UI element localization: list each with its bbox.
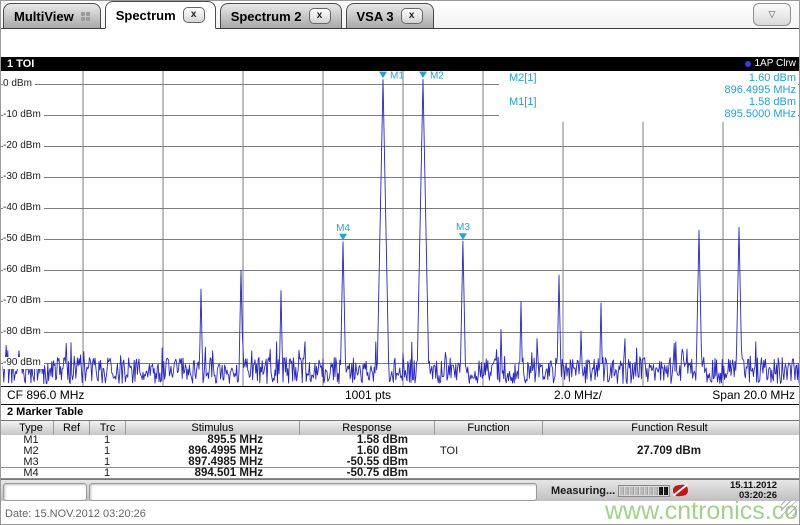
message-field[interactable]	[89, 483, 537, 501]
marker-m2-icon[interactable]	[418, 71, 427, 79]
resize-grip[interactable]	[781, 500, 797, 516]
progress-segment	[644, 487, 649, 495]
tab-label: Spectrum 2	[230, 8, 302, 24]
column-header: Ref	[53, 421, 89, 435]
spectrum-trace	[2, 79, 799, 385]
column-header: Type	[19, 422, 43, 434]
marker-readout-label: M1[1]	[509, 96, 537, 108]
y-axis-tick: -70 dBm	[3, 295, 44, 308]
trace-legend: 1AP Clrw	[744, 57, 797, 71]
y-axis-tick: 0 dBm	[3, 78, 35, 91]
progress-segment	[664, 487, 669, 495]
tab-close-button[interactable]: x	[182, 7, 205, 23]
progress-segment	[649, 487, 654, 495]
y-axis-tick: -50 dBm	[3, 233, 44, 246]
cell-ref	[53, 446, 89, 457]
cell-type: M4	[23, 467, 39, 479]
progress-segment	[639, 487, 644, 495]
marker-label: M4	[336, 223, 350, 234]
tab-close-button[interactable]: x	[400, 8, 423, 24]
y-axis-tick: -90 dBm	[3, 357, 44, 370]
progress-segment	[654, 487, 659, 495]
column-header: Stimulus	[125, 421, 299, 435]
tab-label: VSA 3	[356, 8, 394, 24]
cell-ref	[53, 468, 89, 479]
marker-label: M2	[430, 71, 444, 82]
multiview-grid-icon	[80, 11, 90, 21]
cell-function_result: 27.709 dBm	[637, 445, 701, 457]
mhz-per-div: 2.0 MHz/	[554, 388, 603, 402]
progress-segment	[624, 487, 629, 495]
watermark-text: www.cntronics.com	[605, 497, 800, 525]
tab-label: MultiView	[14, 8, 74, 24]
marker-table-titlebar[interactable]: 2 Marker Table	[1, 405, 799, 420]
cell-function_result	[542, 468, 796, 479]
footer-date-text: Date: 15.NOV.2012 03:20:26	[5, 508, 146, 520]
marker-table-row-m4[interactable]: M4 1 894.501 MHz -50.75 dBm	[1, 467, 799, 479]
center-frequency[interactable]: CF 896.0 MHz	[7, 387, 84, 404]
progress-segment	[629, 487, 634, 495]
marker-m1-icon[interactable]	[379, 71, 387, 79]
y-axis-tick: -60 dBm	[3, 264, 44, 277]
marker-readout-freq: 895.5000 MHz	[724, 108, 796, 120]
span-value[interactable]: Span 20.0 MHz	[712, 387, 795, 404]
marker-label: M1	[390, 71, 404, 82]
marker-readout-level: 1.60 dBm	[748, 72, 796, 84]
marker-readout-level: 1.58 dBm	[748, 96, 796, 108]
window-title: 1 TOI	[7, 58, 35, 70]
progress-segment	[659, 487, 664, 495]
column-header: Function	[434, 421, 542, 435]
progress-segment	[634, 487, 639, 495]
tab-bar: MultiView Spectrum x Spectrum 2 x VSA 3 x	[1, 1, 799, 29]
y-axis-tick: -20 dBm	[3, 140, 44, 153]
tab-spectrum-2[interactable]: Spectrum 2 x	[219, 3, 342, 28]
tab-multiview[interactable]: MultiView	[3, 3, 101, 28]
cell-function: TOI	[440, 445, 459, 457]
marker-label: M3	[456, 222, 470, 233]
red-status-icon	[672, 484, 689, 497]
cell-function_result	[542, 457, 796, 468]
sweep-points: 1001 pts	[345, 388, 392, 402]
axis-bar: CF 896.0 MHz 1001 pts 2.0 MHz/ Span 20.0…	[1, 386, 799, 405]
column-header: Response	[299, 421, 434, 435]
cell-stimulus: 894.501 MHz	[194, 467, 263, 479]
marker-readout: M2[1] 1.60 dBm 896.4995 MHz M1[1] 1.58 d…	[499, 71, 798, 122]
tab-close-button[interactable]: x	[308, 8, 331, 24]
y-axis-tick: -40 dBm	[3, 202, 44, 215]
marker-readout-freq: 896.4995 MHz	[724, 84, 796, 96]
spectrum-window-titlebar[interactable]: 1 TOI 1AP Clrw	[1, 57, 799, 71]
cell-ref	[53, 457, 89, 468]
trace-color-dot-icon	[744, 61, 751, 67]
marker-table-rows: M1 1 895.5 MHz 1.58 dBm M2 1 896.4995 MHz 1.60 …	[1, 434, 799, 479]
tab-label: Spectrum	[115, 7, 176, 23]
y-axis-tick: -80 dBm	[3, 326, 44, 339]
cell-function	[434, 457, 542, 468]
footer: Date: 15.NOV.2012 03:20:26 www.cntronics…	[1, 497, 799, 524]
sweep-progress-bar	[618, 485, 670, 497]
marker-m3-icon[interactable]	[458, 233, 467, 240]
trace-legend-label: 1AP Clrw	[754, 58, 797, 69]
marker-readout-label: M2[1]	[509, 72, 537, 84]
window-dropdown-button[interactable]: ▽	[753, 3, 791, 26]
tab-vsa-3[interactable]: VSA 3 x	[345, 3, 434, 28]
y-axis-tick: -10 dBm	[3, 109, 44, 122]
progress-segment	[620, 487, 624, 495]
settings-bar: Ref Level 4.00 dBm Att 14 dB SWT 2.23 ms…	[1, 29, 799, 85]
cell-response: -50.75 dBm	[346, 467, 408, 479]
cell-function	[434, 468, 542, 479]
tab-spectrum[interactable]: Spectrum x	[104, 1, 216, 29]
status-field[interactable]	[3, 483, 87, 501]
marker-table-header: Type Ref Trc Stimulus Response Function …	[1, 420, 799, 435]
column-header: Trc	[89, 421, 125, 435]
measuring-status: Measuring...	[551, 485, 616, 497]
column-header: Function Result	[542, 421, 796, 435]
spectrum-plot[interactable]: M1 M2 M3 M4 M2[1] 1.60 dBm 896.4995 MHz M1[…	[1, 71, 799, 386]
spectrum-analyzer-screen: MultiView Spectrum x Spectrum 2 x VSA 3 x ▽ Re…	[0, 0, 800, 525]
y-axis-tick: -30 dBm	[3, 171, 44, 184]
cell-trc: 1	[103, 467, 111, 479]
cell-ref	[53, 435, 89, 446]
